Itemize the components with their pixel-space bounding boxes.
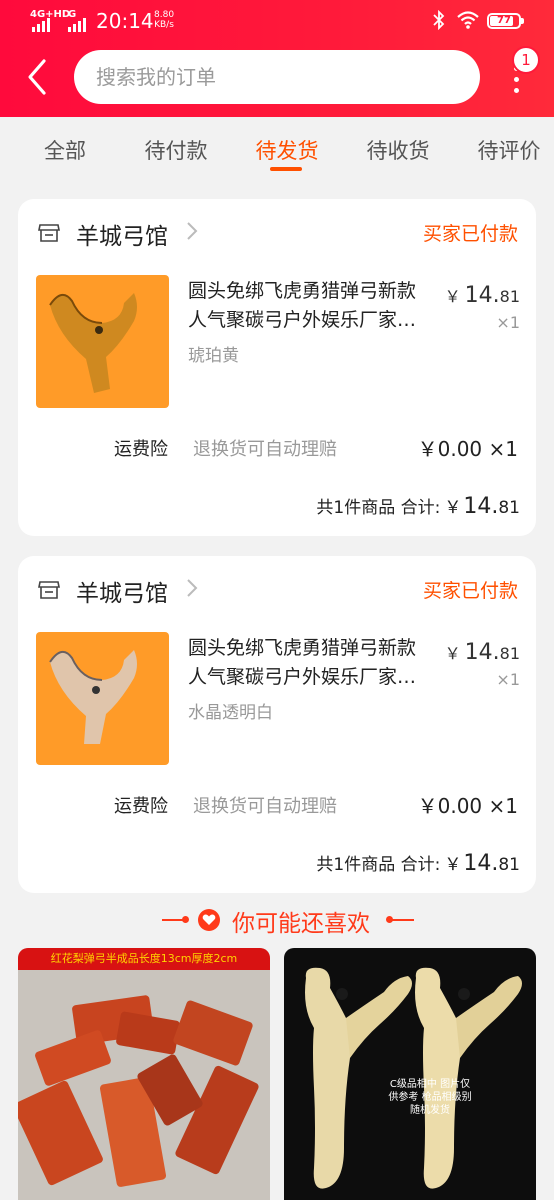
signal-bars-icon xyxy=(32,18,50,32)
speed-value: 8.80 xyxy=(154,10,175,20)
shipping-insurance-desc: 退换货可自动理赔 xyxy=(193,439,337,460)
recommend-banner: 红花梨弹弓半成品长度13cm厚度2cm xyxy=(18,948,270,970)
more-dot-icon xyxy=(514,77,519,82)
tab-pending-shipment[interactable]: 待发货 xyxy=(242,135,332,165)
total-integer: 14. xyxy=(463,851,499,876)
product-image xyxy=(18,995,259,1187)
recommend-item[interactable]: C级品相中 图片仅供参考 枪品相级别 随机发货 xyxy=(284,948,536,1200)
network-speed: 8.80 KB/s xyxy=(154,10,174,30)
price-symbol: ￥ xyxy=(444,287,461,306)
decor-line-left xyxy=(162,919,184,921)
decor-line-right xyxy=(392,919,414,921)
shop-name[interactable]: 羊城弓馆 xyxy=(76,217,168,251)
battery-icon: 77 xyxy=(487,13,524,29)
recommend-header: 你可能还喜欢 xyxy=(0,902,554,938)
total-symbol: ￥ xyxy=(444,855,462,875)
search-bar[interactable] xyxy=(74,50,480,104)
heart-icon xyxy=(198,909,220,931)
total-decimal: 81 xyxy=(498,855,520,875)
order-card[interactable]: 羊城弓馆 买家已付款 圆头免绑飞虎勇猎弹弓新款 人气聚碳弓户外娱乐厂家… 琥珀黄… xyxy=(18,199,536,536)
shipping-insurance-label: 运费险 xyxy=(114,796,168,817)
total-label: 共1件商品 合计: xyxy=(316,498,441,518)
product-title-line1: 圆头免绑飞虎勇猎弹弓新款 xyxy=(188,280,417,302)
product-title[interactable]: 圆头免绑飞虎勇猎弹弓新款 人气聚碳弓户外娱乐厂家… xyxy=(188,634,438,692)
order-status: 买家已付款 xyxy=(422,223,518,245)
shipping-insurance-price: ￥0.00 ×1 xyxy=(417,794,518,818)
tab-pending-payment[interactable]: 待付款 xyxy=(131,135,221,165)
signal-bars-2-icon xyxy=(68,18,86,32)
product-variant: 水晶透明白 xyxy=(188,703,273,723)
product-quantity: ×1 xyxy=(496,670,520,689)
bluetooth-icon xyxy=(433,9,445,35)
product-variant: 琥珀黄 xyxy=(188,346,239,366)
back-button[interactable] xyxy=(24,58,56,96)
order-total: 共1件商品 合计: ￥14.81 xyxy=(316,850,520,876)
price-decimal: 81 xyxy=(499,644,520,663)
message-badge: 1 xyxy=(512,46,540,74)
product-title-line2: 人气聚碳弓户外娱乐厂家… xyxy=(188,666,417,688)
total-symbol: ￥ xyxy=(444,498,462,518)
speed-unit: KB/s xyxy=(154,20,174,30)
recommend-overlay-text: C级品相中 图片仅供参考 枪品相级别 随机发货 xyxy=(388,1079,472,1116)
order-status: 买家已付款 xyxy=(422,580,518,602)
price-decimal: 81 xyxy=(499,287,520,306)
top-header: 4G+HD G 20:14 8.80 KB/s 77 搜索我的订单 1 xyxy=(0,0,554,117)
tab-all[interactable]: 全部 xyxy=(20,135,110,165)
shipping-insurance-desc: 退换货可自动理赔 xyxy=(193,796,337,817)
chevron-left-icon xyxy=(28,59,46,95)
product-image[interactable] xyxy=(36,632,169,765)
product-price: ￥ 14.81 xyxy=(445,283,520,308)
recommend-title: 你可能还喜欢 xyxy=(232,911,370,937)
recommend-item[interactable]: 红花梨弹弓半成品长度13cm厚度2cm xyxy=(18,948,270,1200)
tab-pending-review[interactable]: 待评价 xyxy=(464,135,554,165)
price-integer: 14. xyxy=(464,283,500,308)
clock: 20:14 xyxy=(96,9,154,33)
store-icon xyxy=(38,580,60,600)
wifi-icon xyxy=(456,10,480,34)
chevron-right-icon xyxy=(186,578,198,604)
product-image xyxy=(305,967,522,1189)
shipping-insurance-label: 运费险 xyxy=(114,439,168,460)
price-integer: 14. xyxy=(464,640,500,665)
search-input[interactable] xyxy=(74,50,480,104)
tab-pending-receipt[interactable]: 待收货 xyxy=(353,135,443,165)
order-total: 共1件商品 合计: ￥14.81 xyxy=(316,493,520,519)
product-title-line2: 人气聚碳弓户外娱乐厂家… xyxy=(188,309,417,331)
product-image[interactable] xyxy=(36,275,169,408)
product-title-line1: 圆头免绑飞虎勇猎弹弓新款 xyxy=(188,637,417,659)
price-symbol: ￥ xyxy=(444,644,461,663)
order-card[interactable]: 羊城弓馆 买家已付款 圆头免绑飞虎勇猎弹弓新款 人气聚碳弓户外娱乐厂家… 水晶透… xyxy=(18,556,536,893)
battery-level: 77 xyxy=(497,15,511,26)
product-title[interactable]: 圆头免绑飞虎勇猎弹弓新款 人气聚碳弓户外娱乐厂家… xyxy=(188,277,438,335)
total-decimal: 81 xyxy=(498,498,520,518)
order-tabs: 全部 待付款 待发货 待收货 待评价 xyxy=(0,117,554,187)
product-quantity: ×1 xyxy=(496,313,520,332)
active-tab-indicator xyxy=(270,167,302,171)
total-label: 共1件商品 合计: xyxy=(316,855,441,875)
decor-dot-left xyxy=(182,916,189,923)
store-icon xyxy=(38,223,60,243)
product-price: ￥ 14.81 xyxy=(445,640,520,665)
shipping-insurance-price: ￥0.00 ×1 xyxy=(417,437,518,461)
status-bar: 4G+HD G 20:14 8.80 KB/s 77 xyxy=(0,0,554,44)
total-integer: 14. xyxy=(463,494,499,519)
more-dot-icon xyxy=(514,88,519,93)
shop-name[interactable]: 羊城弓馆 xyxy=(76,574,168,608)
chevron-right-icon xyxy=(186,221,198,247)
